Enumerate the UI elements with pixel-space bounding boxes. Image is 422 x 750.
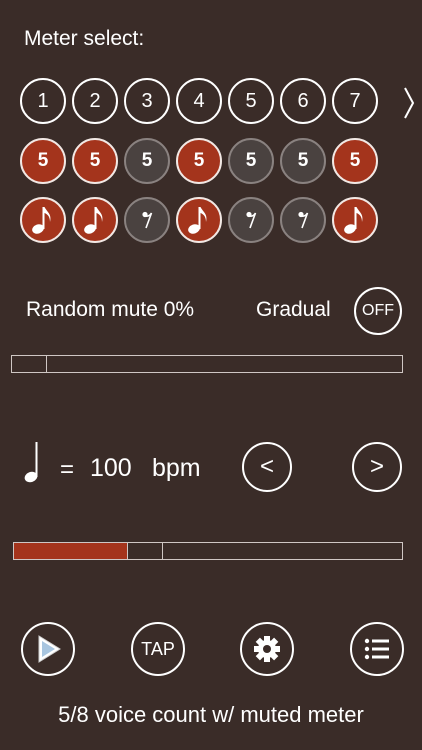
slider-thumb[interactable]	[46, 356, 47, 372]
random-mute-slider[interactable]	[11, 355, 403, 373]
tempo-equals: =	[60, 456, 75, 483]
meter-number-button[interactable]: 7	[332, 78, 378, 124]
note-toggle-button[interactable]	[72, 197, 118, 243]
tempo-increment-button[interactable]: >	[352, 442, 402, 492]
gear-icon	[254, 636, 280, 662]
note-toggle-button[interactable]	[20, 197, 66, 243]
note-toggle-button[interactable]	[228, 197, 274, 243]
meter-number-button[interactable]: 3	[124, 78, 170, 124]
note-toggle-button[interactable]	[280, 197, 326, 243]
status-text: 5/8 voice count w/ muted meter	[58, 702, 364, 727]
settings-button[interactable]	[240, 622, 294, 676]
note-row	[20, 197, 378, 243]
beat-progress-bar	[13, 542, 403, 560]
random-mute-label: Random mute 0%	[26, 298, 195, 321]
eighth-note-icon	[32, 207, 51, 234]
eighth-note-icon	[344, 207, 363, 234]
meter-number-button[interactable]: 6	[280, 78, 326, 124]
eighth-rest-icon	[246, 211, 257, 229]
meter-number-button[interactable]: 2	[72, 78, 118, 124]
meter-number-row: 1 2 3 4 5 6 7	[20, 78, 378, 124]
meter-number-button[interactable]: 5	[228, 78, 274, 124]
chevron-right-icon[interactable]	[402, 86, 416, 125]
beat-button[interactable]: 5	[228, 138, 274, 184]
list-icon	[364, 638, 389, 660]
eighth-note-icon	[84, 207, 103, 234]
tempo-decrement-button[interactable]: <	[242, 442, 292, 492]
progress-fill	[14, 543, 128, 559]
note-toggle-button[interactable]	[176, 197, 222, 243]
beat-button[interactable]: 5	[332, 138, 378, 184]
tempo-unit: bpm	[152, 454, 201, 482]
tempo-value: 100	[90, 454, 132, 482]
beat-button[interactable]: 5	[280, 138, 326, 184]
play-button[interactable]	[21, 622, 75, 676]
note-toggle-button[interactable]	[332, 197, 378, 243]
eighth-rest-icon	[298, 211, 309, 229]
beat-button[interactable]: 5	[20, 138, 66, 184]
beat-row: 5 5 5 5 5 5 5	[20, 138, 378, 184]
list-button[interactable]	[350, 622, 404, 676]
play-icon	[38, 635, 61, 663]
gradual-toggle[interactable]: OFF	[354, 287, 402, 335]
tap-button[interactable]: TAP	[131, 622, 185, 676]
meter-select-label: Meter select:	[24, 27, 145, 50]
quarter-note-icon	[24, 440, 44, 489]
eighth-note-icon	[188, 207, 207, 234]
beat-button[interactable]: 5	[176, 138, 222, 184]
note-toggle-button[interactable]	[124, 197, 170, 243]
beat-button[interactable]: 5	[72, 138, 118, 184]
progress-marker	[162, 543, 163, 559]
gradual-label: Gradual	[256, 298, 331, 321]
beat-button[interactable]: 5	[124, 138, 170, 184]
eighth-rest-icon	[142, 211, 153, 229]
meter-number-button[interactable]: 1	[20, 78, 66, 124]
meter-number-button[interactable]: 4	[176, 78, 222, 124]
